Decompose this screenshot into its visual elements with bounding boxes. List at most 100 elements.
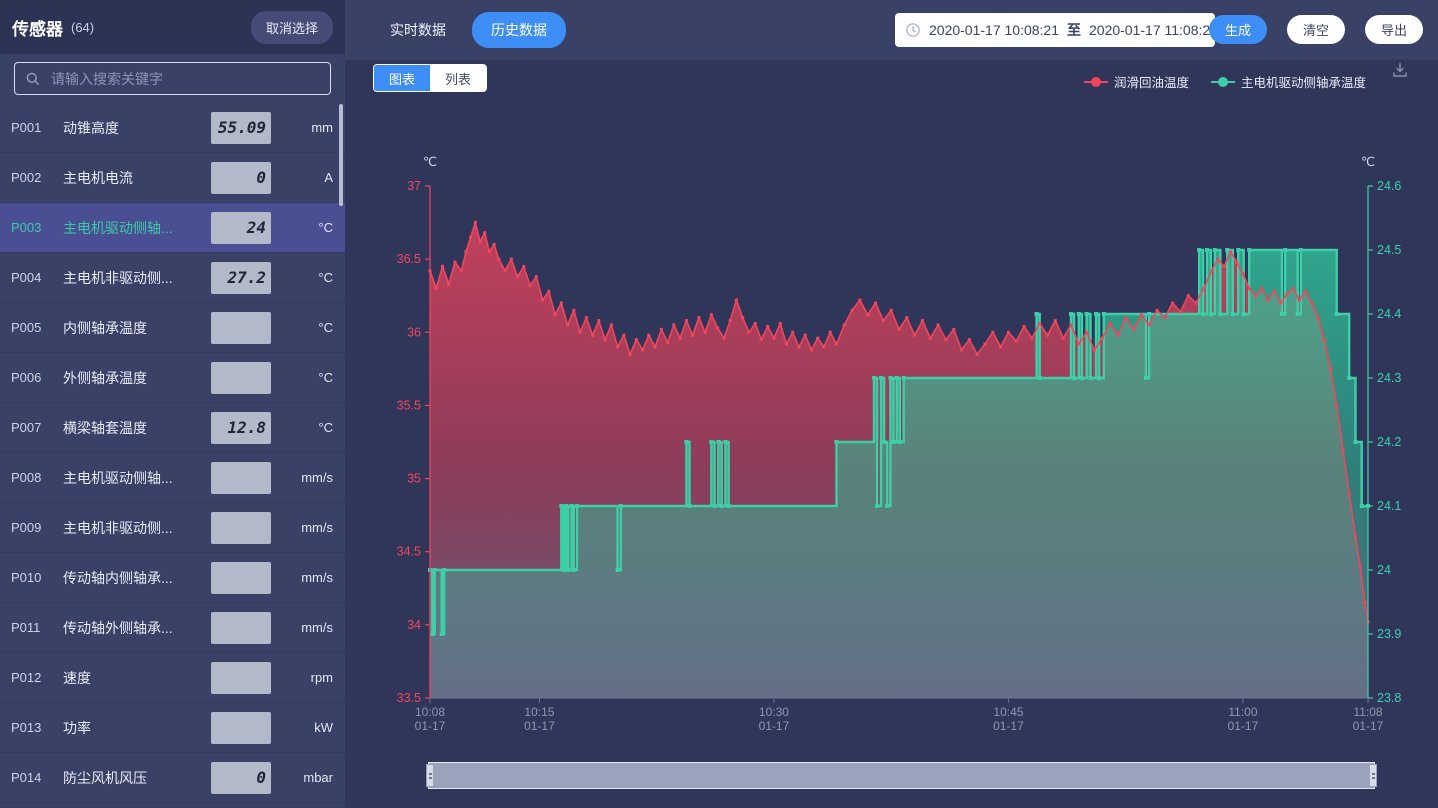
sensor-id: P008 [11, 470, 63, 485]
sensor-row[interactable]: P012速度 rpm [0, 653, 345, 703]
sensor-row[interactable]: P011传动轴外侧轴承... mm/s [0, 603, 345, 653]
sensor-unit: °C [271, 370, 345, 385]
sensor-name: 外侧轴承温度 [63, 368, 211, 388]
svg-text:36.5: 36.5 [397, 252, 421, 266]
sensor-id: P010 [11, 570, 63, 585]
sensor-row[interactable]: P009主电机非驱动侧... mm/s [0, 503, 345, 553]
chart-legend: 润滑回油温度 主电机驱动侧轴承温度 [1084, 72, 1366, 91]
svg-text:10:4501-17: 10:4501-17 [993, 705, 1024, 733]
sensor-row[interactable]: P001动锥高度55.09mm [0, 103, 345, 153]
view-toggle: 图表列表 [373, 64, 487, 92]
download-icon[interactable] [1390, 60, 1410, 80]
datazoom-handle-left[interactable] [426, 764, 434, 787]
sensor-name: 速度 [63, 668, 211, 688]
svg-text:34: 34 [407, 618, 421, 632]
svg-text:10:0801-17: 10:0801-17 [415, 705, 446, 733]
date-start: 2020-01-17 10:08:21 [929, 22, 1059, 38]
sensor-id: P004 [11, 270, 63, 285]
svg-text:36: 36 [407, 325, 421, 339]
tab-realtime-data[interactable]: 实时数据 [390, 12, 446, 48]
sensor-unit: °C [271, 320, 345, 335]
sensor-search [14, 62, 331, 95]
sensor-value-display: 0 [211, 762, 271, 794]
svg-text:37: 37 [407, 179, 421, 193]
sensor-value-display [211, 712, 271, 744]
sensor-name: 主电机电流 [63, 168, 211, 188]
datazoom-handle-right[interactable] [1369, 764, 1377, 787]
svg-text:34.5: 34.5 [397, 545, 421, 559]
sensor-row[interactable]: P010传动轴内侧轴承...mm/s [0, 553, 345, 603]
sensor-row[interactable]: P004主电机非驱动侧...27.2°C [0, 253, 345, 303]
sensor-id: P003 [11, 220, 63, 235]
date-separator: 至 [1067, 20, 1081, 40]
sensor-row[interactable]: P002主电机电流0A [0, 153, 345, 203]
sensor-unit: mm [271, 120, 345, 135]
sensor-row[interactable]: P003主电机驱动侧轴...24°C [0, 203, 345, 253]
cancel-selection-button[interactable]: 取消选择 [251, 11, 333, 44]
clock-icon [905, 22, 921, 38]
sensor-id: P007 [11, 420, 63, 435]
sensor-unit: mbar [271, 770, 345, 785]
sensor-value-display [211, 462, 271, 494]
svg-text:24: 24 [1377, 563, 1391, 577]
sidebar-title: 传感器 [12, 15, 63, 40]
sidebar-header: 传感器 (64) 取消选择 [0, 0, 345, 54]
svg-text:24.2: 24.2 [1377, 435, 1401, 449]
sensor-unit: °C [271, 420, 345, 435]
sensor-value-display: 55.09 [211, 112, 271, 144]
tab-chart-view[interactable]: 图表 [374, 65, 430, 91]
sensor-id: P013 [11, 720, 63, 735]
sensor-name: 主电机驱动侧轴... [63, 468, 211, 488]
sensor-unit: A [271, 170, 345, 185]
sensor-id: P009 [11, 520, 63, 535]
sensor-name: 横梁轴套温度 [63, 418, 211, 438]
legend-marker [1084, 77, 1108, 87]
legend-item[interactable]: 润滑回油温度 [1084, 72, 1189, 91]
main-panel: 实时数据历史数据 2020-01-17 10:08:21 至 2020-01-1… [345, 0, 1438, 808]
datazoom-slider[interactable] [428, 762, 1375, 789]
sensor-name: 主电机非驱动侧... [63, 268, 211, 288]
sensor-value-display: 0 [211, 162, 271, 194]
svg-text:24.3: 24.3 [1377, 371, 1401, 385]
sensor-unit: mm/s [271, 520, 345, 535]
sidebar-scrollbar[interactable] [339, 104, 343, 206]
sensor-id: P012 [11, 670, 63, 685]
sensor-row[interactable]: P006外侧轴承温度°C [0, 353, 345, 403]
generate-button[interactable]: 生成 [1209, 15, 1267, 44]
legend-item[interactable]: 主电机驱动侧轴承温度 [1211, 72, 1366, 91]
sensor-row[interactable]: P007横梁轴套温度12.8°C [0, 403, 345, 453]
sensor-value-display: 12.8 [211, 412, 271, 444]
temperature-trend-chart[interactable]: ℃℃3736.53635.53534.53433.524.624.524.424… [345, 100, 1438, 760]
sensor-id: P002 [11, 170, 63, 185]
sensor-name: 主电机非驱动侧... [63, 518, 211, 538]
sensor-row[interactable]: P008主电机驱动侧轴...mm/s [0, 453, 345, 503]
legend-label: 主电机驱动侧轴承温度 [1241, 72, 1366, 91]
sensor-row[interactable]: P013功率kW [0, 703, 345, 753]
sensor-value-display: 24 [211, 212, 271, 244]
sensor-unit: °C [271, 270, 345, 285]
svg-text:23.9: 23.9 [1377, 627, 1401, 641]
sensor-row[interactable]: P014防尘风机风压0mbar [0, 753, 345, 803]
svg-text:23.8: 23.8 [1377, 691, 1401, 705]
sensor-value-display [211, 312, 271, 344]
svg-text:35.5: 35.5 [397, 398, 421, 412]
sensor-unit: rpm [271, 670, 345, 685]
date-range-picker[interactable]: 2020-01-17 10:08:21 至 2020-01-17 11:08:2… [895, 13, 1215, 47]
sensor-unit: mm/s [271, 570, 345, 585]
tab-history-data[interactable]: 历史数据 [472, 12, 566, 48]
sensor-id: P011 [11, 620, 63, 635]
sensor-name: 传动轴外侧轴承... [63, 618, 211, 638]
svg-text:24.5: 24.5 [1377, 243, 1401, 257]
toolbar-buttons: 生成清空导出 [1209, 15, 1423, 44]
datazoom-selected-range[interactable] [428, 762, 1375, 789]
svg-text:10:3001-17: 10:3001-17 [759, 705, 790, 733]
svg-text:10:1501-17: 10:1501-17 [524, 705, 555, 733]
sensor-row[interactable]: P005内侧轴承温度°C [0, 303, 345, 353]
export-button[interactable]: 导出 [1365, 15, 1423, 44]
sensor-value-display [211, 612, 271, 644]
tab-list-view[interactable]: 列表 [430, 65, 486, 91]
sensor-name: 防尘风机风压 [63, 768, 211, 788]
clear-button[interactable]: 清空 [1287, 15, 1345, 44]
sensor-unit: mm/s [271, 620, 345, 635]
search-input[interactable] [49, 70, 313, 88]
